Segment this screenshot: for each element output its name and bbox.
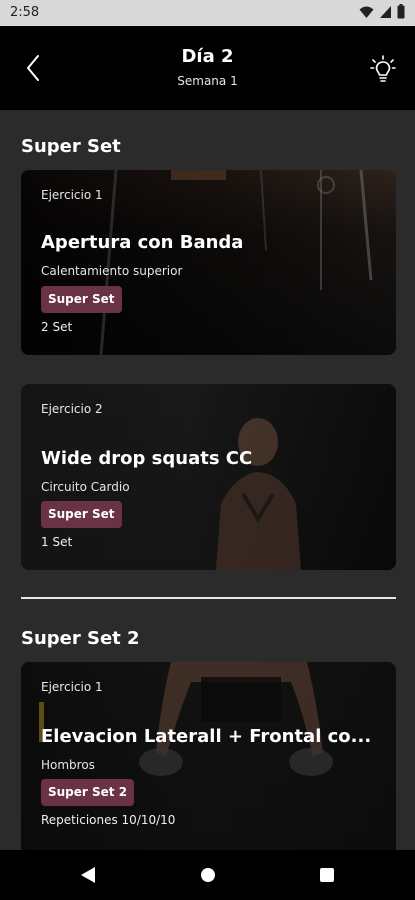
superset-badge: Super Set (41, 286, 122, 313)
set-count: 1 Set (41, 535, 73, 549)
page-title: Día 2 (181, 46, 234, 67)
nav-home-button[interactable] (196, 863, 220, 887)
exercise-title: Apertura con Banda (41, 232, 244, 253)
battery-icon (397, 4, 405, 19)
signal-icon (380, 5, 391, 18)
set-count: 2 Set (41, 320, 73, 334)
exercise-card[interactable]: Ejercicio 1 Elevacion Laterall + Frontal… (21, 662, 396, 850)
section-divider (21, 597, 396, 599)
app-header: Día 2 Semana 1 (0, 26, 415, 110)
circle-home-icon (201, 868, 215, 882)
exercise-subtitle: Hombros (41, 758, 95, 772)
section-title: Super Set 2 (21, 628, 140, 649)
nav-recents-button[interactable] (315, 863, 339, 887)
exercise-number: Ejercicio 1 (41, 188, 103, 202)
status-bar: 2:58 (0, 0, 415, 26)
exercise-number: Ejercicio 1 (41, 680, 103, 694)
wifi-icon (359, 6, 374, 18)
section-title: Super Set (21, 136, 121, 157)
page-subtitle: Semana 1 (177, 74, 238, 88)
status-time: 2:58 (10, 5, 40, 20)
nav-back-button[interactable] (76, 863, 100, 887)
system-nav-bar (0, 850, 415, 900)
triangle-back-icon (81, 867, 95, 883)
exercise-title: Wide drop squats CC (41, 448, 253, 469)
exercise-number: Ejercicio 2 (41, 402, 103, 416)
square-recents-icon (320, 868, 334, 882)
lightbulb-icon (370, 55, 396, 82)
repetitions: Repeticiones 10/10/10 (41, 813, 176, 827)
exercise-card[interactable]: Ejercicio 1 Apertura con Banda Calentami… (21, 170, 396, 355)
exercise-card[interactable]: Ejercicio 2 Wide drop squats CC Circuito… (21, 384, 396, 570)
status-icons (359, 4, 405, 19)
tip-button[interactable] (367, 52, 399, 86)
workout-list[interactable]: Super Set Ejercicio 1 Apertura con Banda… (0, 110, 415, 850)
superset-badge: Super Set (41, 501, 122, 528)
exercise-subtitle: Calentamiento superior (41, 264, 183, 278)
exercise-title: Elevacion Laterall + Frontal co... (41, 726, 372, 747)
exercise-subtitle: Circuito Cardio (41, 480, 130, 494)
superset-badge: Super Set 2 (41, 779, 135, 806)
